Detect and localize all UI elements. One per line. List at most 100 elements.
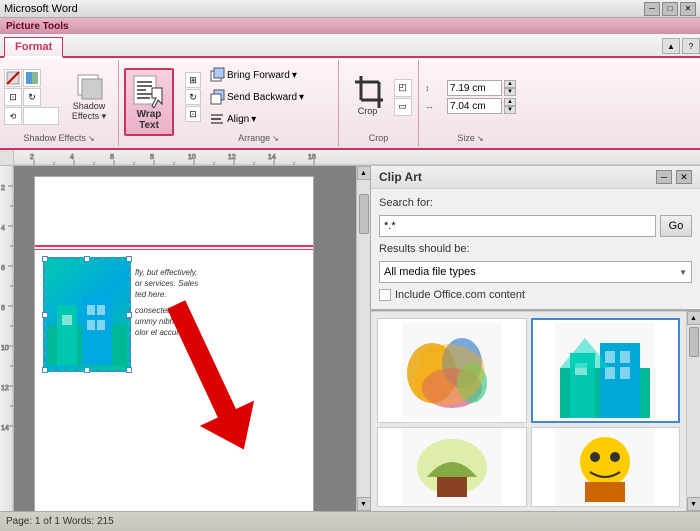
clip-art-panel: Clip Art ─ ✕ Search for: Go Results shou… [370,166,700,511]
send-backward-button[interactable]: Send Backward ▾ [205,87,332,107]
crop-ratio-btn[interactable]: ▭ [394,98,412,116]
clip-scroll-down[interactable]: ▼ [687,497,700,511]
clip-art-results-grid [371,311,686,511]
clip-art-header-controls: ─ ✕ [656,170,692,184]
svg-text:10: 10 [188,154,196,161]
clip-art-item-1[interactable] [377,318,527,423]
dropdown-arrow-icon: ▼ [679,268,687,277]
width-label: ↕ [425,83,445,93]
width-spin-up[interactable]: ▲ [504,80,516,88]
crop-group: Crop ◰ ▭ Crop [339,60,419,146]
horizontal-ruler: 2 4 6 8 10 12 14 16 [14,150,700,166]
arrange-expand[interactable]: ↘ [272,134,279,143]
scroll-up-btn[interactable]: ▲ [357,166,371,180]
align-button[interactable]: Align ▾ [205,109,332,129]
handle-bl[interactable] [42,367,48,373]
clip-art-scrollbar[interactable]: ▲ ▼ [686,311,700,511]
search-row: Go [379,215,692,237]
handle-ml[interactable] [42,312,48,318]
picture-format-btn[interactable] [23,107,59,125]
send-backward-icon [209,89,225,105]
svg-text:14: 14 [268,154,276,161]
crop-content: Crop ◰ ▭ [344,62,414,132]
picture-compress-btn[interactable]: ⊡ [4,88,22,106]
arrange-content: ⊞ ↻ ⊡ Bring Forward ▾ [183,62,334,132]
shadow-effects-icon [74,72,104,102]
bring-forward-button[interactable]: Bring Forward ▾ [205,65,332,85]
title-bar: Microsoft Word ─ □ ✕ [0,0,700,18]
shadow-effects-group-label: Shadow Effects ↘ [4,132,114,144]
close-button[interactable]: ✕ [680,2,696,16]
crop-icon [353,77,383,107]
search-label: Search for: [379,197,692,209]
include-office-checkbox[interactable] [379,289,391,301]
handle-mr[interactable] [126,312,132,318]
clip-art-close-btn[interactable]: ✕ [676,170,692,184]
width-spin-down[interactable]: ▼ [504,88,516,96]
selection-btn[interactable]: ⊞ [185,72,201,88]
svg-text:12: 12 [1,385,9,392]
handle-tc[interactable] [84,256,90,262]
maximize-button[interactable]: □ [662,2,678,16]
handle-br[interactable] [126,367,132,373]
clip-art-item-3[interactable] [377,427,527,507]
height-input[interactable] [447,98,502,114]
media-type-value: All media file types [384,266,679,278]
shadow-effects-content: ⊡ ↻ ⟲ [4,62,114,132]
doc-line-2 [35,249,313,250]
clip-scroll-up[interactable]: ▲ [687,311,700,325]
minimize-button[interactable]: ─ [644,2,660,16]
picture-color-btn-2[interactable] [23,69,41,87]
doc-image[interactable] [43,257,131,372]
scroll-down-btn[interactable]: ▼ [357,497,371,511]
height-spin-up[interactable]: ▲ [504,98,516,106]
arrange-group-label: Arrange ↘ [183,132,334,144]
handle-tr[interactable] [126,256,132,262]
ribbon-tab-bar: Format ▲ ? [0,34,700,58]
arrange-group: ⊞ ↻ ⊡ Bring Forward ▾ [179,60,339,146]
wrap-text-icon [131,73,167,109]
svg-text:8: 8 [150,154,154,161]
include-office-label: Include Office.com content [395,289,525,301]
clip-art-item-2[interactable] [531,318,681,423]
picture-tools-label: Picture Tools [6,21,69,32]
shadow-effects-label: ShadowEffects ▾ [72,102,106,122]
picture-change-btn[interactable]: ↻ [23,88,41,106]
include-office-row: Include Office.com content [379,289,692,301]
shadow-effects-button[interactable]: ShadowEffects ▾ [64,68,114,126]
ribbon: ⊡ ↻ ⟲ [0,58,700,150]
picture-reset-btn[interactable]: ⟲ [4,107,22,125]
clip-art-minimize-btn[interactable]: ─ [656,170,672,184]
media-type-dropdown[interactable]: All media file types ▼ [379,261,692,283]
tab-format[interactable]: Format [4,37,63,58]
shadow-effects-expand[interactable]: ↘ [88,134,95,143]
group-btn[interactable]: ⊡ [185,106,201,122]
clip-art-body: Search for: Go Results should be: All me… [371,189,700,309]
vertical-ruler: 2 4 6 8 10 12 14 [0,166,14,511]
crop-button[interactable]: Crop [346,73,390,121]
crop-shape-btn[interactable]: ◰ [394,79,412,97]
go-button[interactable]: Go [660,215,692,237]
bring-forward-icon [209,67,225,83]
svg-text:12: 12 [228,154,236,161]
size-expand[interactable]: ↘ [477,134,484,143]
handle-bc[interactable] [84,367,90,373]
clip-art-header: Clip Art ─ ✕ [371,166,700,189]
document-canvas[interactable]: fly, but effectively, or services. Sales… [14,166,370,511]
picture-color-btn-1[interactable] [4,69,22,87]
search-input[interactable] [379,215,656,237]
rotate-btn[interactable]: ↻ [185,89,201,105]
scroll-thumb[interactable] [359,194,369,234]
handle-tl[interactable] [42,256,48,262]
ribbon-collapse-button[interactable]: ▲ [662,38,680,54]
width-input[interactable] [447,80,502,96]
clip-art-item-4[interactable] [531,427,681,507]
vertical-scrollbar[interactable]: ▲ ▼ [356,166,370,511]
height-spin-down[interactable]: ▼ [504,106,516,114]
crop-label: Crop [358,107,378,117]
size-group: ↕ ▲ ▼ ↔ ▲ ▼ Size ↘ [419,60,522,146]
svg-text:2: 2 [1,185,5,192]
help-button[interactable]: ? [682,38,700,54]
clip-scroll-thumb[interactable] [689,327,699,357]
wrap-text-button[interactable]: WrapText [124,68,174,136]
